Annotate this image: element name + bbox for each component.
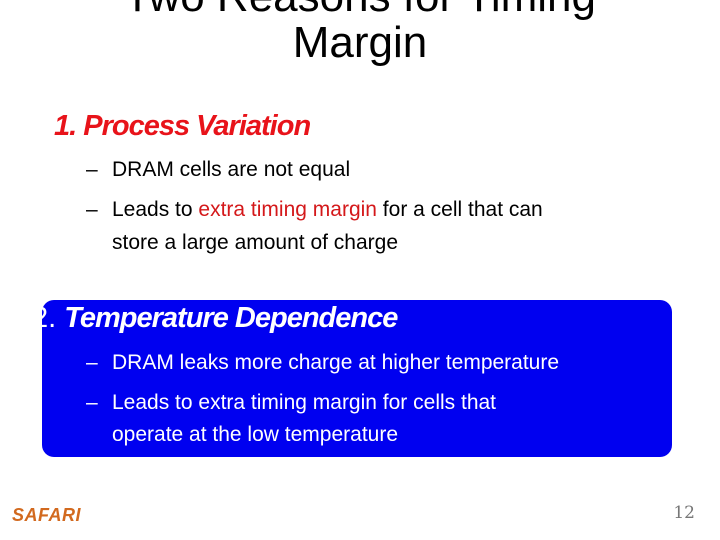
section2-bullet-2: – Leads to extra timing margin for cells … — [86, 388, 496, 418]
bullet-dash: – — [86, 391, 98, 414]
section2-bullet-1: – DRAM leaks more charge at higher temper… — [86, 348, 559, 378]
page-number: 12 — [673, 503, 695, 523]
section2-heading: 2. Temperature Dependence — [32, 302, 398, 335]
bullet-text: DRAM leaks more charge at higher tempera… — [112, 351, 560, 374]
bullet-highlight: extra timing margin — [198, 198, 377, 221]
section1-heading: 1. Process Variation — [54, 110, 311, 142]
safari-logo: SAFARI — [12, 505, 82, 525]
bullet-dash: – — [86, 158, 98, 181]
bullet-text: Leads to extra timing margin for cells t… — [112, 391, 497, 414]
bullet-dash: – — [86, 198, 98, 221]
slide-title-line1: Two Reasons for Timing — [0, 0, 720, 20]
section2-title: Temperature Dependence — [64, 302, 398, 334]
section1-bullet-1: – DRAM cells are not equal — [86, 155, 350, 185]
slide-title-line2: Margin — [292, 18, 428, 67]
bullet-text: DRAM cells are not equal — [112, 158, 351, 181]
section1-bullet-2-cont: store a large amount of charge — [112, 231, 399, 254]
bullet-text-pre: Leads to — [112, 198, 199, 221]
bullet-dash: – — [86, 351, 98, 374]
section1-bullet-2: – Leads to extra timing margin for a cell… — [86, 195, 543, 225]
section2-number: 2. — [32, 302, 57, 334]
bullet-text-post: for a cell that can — [376, 198, 543, 221]
section2-bullet-2-cont: operate at the low temperature — [112, 423, 399, 446]
